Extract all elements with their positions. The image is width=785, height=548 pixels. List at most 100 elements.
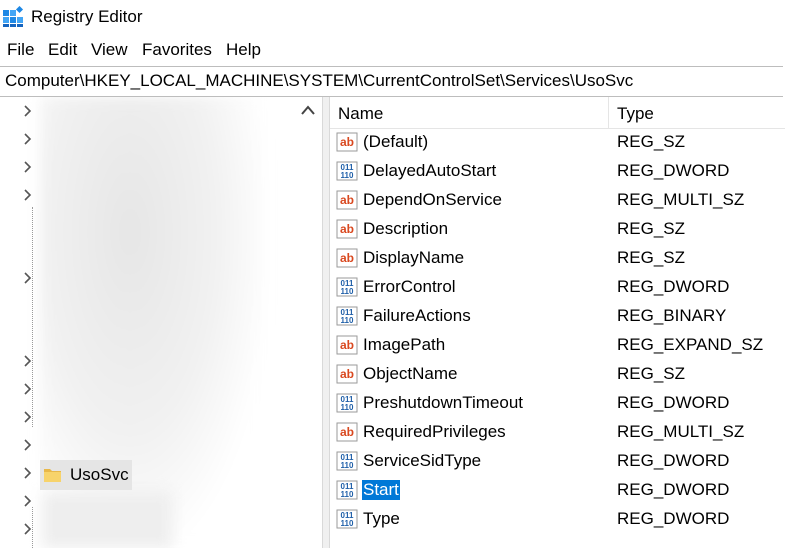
value-row[interactable]: ab ObjectName REG_SZ	[330, 360, 785, 389]
value-type: REG_SZ	[617, 364, 686, 383]
tree-item-usosvc[interactable]: UsoSvc	[40, 460, 132, 490]
window-title: Registry Editor	[31, 7, 143, 26]
value-row[interactable]: ab RequiredPrivileges REG_MULTI_SZ	[330, 418, 785, 447]
value-type: REG_DWORD	[617, 161, 730, 180]
svg-text:110: 110	[341, 403, 354, 412]
value-row[interactable]: ab ImagePath REG_EXPAND_SZ	[330, 331, 785, 360]
chevron-right-icon[interactable]	[22, 411, 34, 423]
menu-edit[interactable]: Edit	[48, 40, 77, 60]
value-type: REG_DWORD	[617, 480, 730, 499]
value-type: REG_SZ	[617, 219, 686, 238]
column-divider[interactable]	[608, 97, 609, 128]
svg-text:110: 110	[341, 287, 354, 296]
value-type: REG_DWORD	[617, 509, 730, 528]
value-row[interactable]: 011 110 FailureActions REG_BINARY	[330, 302, 785, 331]
column-type-header[interactable]: Type	[617, 104, 654, 124]
value-row[interactable]: 011 110 Start REG_DWORD	[330, 476, 785, 505]
svg-text:110: 110	[341, 316, 354, 325]
title-bar: Registry Editor	[0, 0, 785, 36]
tree-scrollbar[interactable]	[294, 97, 322, 548]
value-type: REG_EXPAND_SZ	[617, 335, 764, 354]
svg-text:110: 110	[341, 519, 354, 528]
column-name-header[interactable]: Name	[338, 104, 383, 124]
binary-value-icon: 011110	[336, 306, 358, 326]
menu-bar: File Edit View Favorites Help	[0, 36, 785, 64]
svg-text:ab: ab	[340, 222, 354, 236]
tree-redacted-area	[42, 492, 172, 548]
menu-favorites[interactable]: Favorites	[142, 40, 212, 60]
svg-text:110: 110	[341, 461, 354, 470]
value-name: PreshutdownTimeout	[363, 393, 524, 412]
menu-file[interactable]: File	[7, 40, 34, 60]
key-tree[interactable]: UsoSvc	[0, 97, 322, 548]
string-value-icon: ab	[336, 335, 358, 355]
value-row[interactable]: ab Description REG_SZ	[330, 215, 785, 244]
chevron-right-icon[interactable]	[22, 383, 34, 395]
value-row[interactable]: 011 110 DelayedAutoStart REG_DWORD	[330, 157, 785, 186]
string-value-icon: ab	[336, 422, 358, 442]
value-name: DelayedAutoStart	[363, 161, 497, 180]
pane-splitter[interactable]	[322, 97, 330, 548]
svg-text:110: 110	[341, 171, 354, 180]
binary-value-icon: 011110	[336, 480, 358, 500]
value-row[interactable]: 011 110 Type REG_DWORD	[330, 505, 785, 534]
string-value-icon: ab	[336, 364, 358, 384]
value-name: ServiceSidType	[363, 451, 482, 470]
tree-item-label: UsoSvc	[70, 465, 129, 484]
binary-value-icon: 011110	[336, 161, 358, 181]
menu-view[interactable]: View	[91, 40, 128, 60]
value-row[interactable]: ab DisplayName REG_SZ	[330, 244, 785, 273]
chevron-right-icon[interactable]	[22, 355, 34, 367]
chevron-right-icon[interactable]	[22, 161, 34, 173]
svg-text:ab: ab	[340, 338, 354, 352]
chevron-right-icon[interactable]	[22, 272, 34, 284]
value-type: REG_DWORD	[617, 451, 730, 470]
value-name: (Default)	[363, 132, 429, 151]
values-list[interactable]: Name Type ab (Default) REG_SZ 011 110 Delayed…	[330, 97, 785, 548]
value-row[interactable]: 011 110 ServiceSidType REG_DWORD	[330, 447, 785, 476]
value-type: REG_MULTI_SZ	[617, 190, 745, 209]
value-name: RequiredPrivileges	[363, 422, 506, 441]
chevron-right-icon[interactable]	[22, 105, 34, 117]
binary-value-icon: 011110	[336, 277, 358, 297]
address-path[interactable]: Computer\HKEY_LOCAL_MACHINE\SYSTEM\Curre…	[5, 71, 633, 91]
chevron-right-icon[interactable]	[22, 189, 34, 201]
chevron-right-icon[interactable]	[22, 495, 34, 507]
svg-text:ab: ab	[340, 425, 354, 439]
binary-value-icon: 011110	[336, 509, 358, 529]
chevron-right-icon[interactable]	[22, 523, 34, 535]
value-name: ImagePath	[363, 335, 446, 354]
value-type: REG_DWORD	[617, 277, 730, 296]
registry-editor-icon	[3, 6, 24, 27]
value-name: DependOnService	[363, 190, 502, 209]
chevron-right-icon[interactable]	[22, 467, 34, 479]
value-type: REG_MULTI_SZ	[617, 422, 745, 441]
svg-text:ab: ab	[340, 367, 354, 381]
value-name: Type	[363, 509, 400, 528]
value-name: Start	[362, 480, 400, 500]
string-value-icon: ab	[336, 219, 358, 239]
chevron-right-icon[interactable]	[22, 133, 34, 145]
binary-value-icon: 011110	[336, 393, 358, 413]
svg-text:110: 110	[341, 490, 354, 499]
list-header: Name Type	[330, 97, 785, 129]
chevron-right-icon[interactable]	[22, 439, 34, 451]
scroll-up-icon[interactable]	[301, 105, 315, 115]
value-name: ObjectName	[363, 364, 458, 383]
value-name: FailureActions	[363, 306, 471, 325]
string-value-icon: ab	[336, 190, 358, 210]
value-type: REG_DWORD	[617, 393, 730, 412]
svg-text:ab: ab	[340, 135, 354, 149]
value-type: REG_SZ	[617, 248, 686, 267]
svg-text:ab: ab	[340, 251, 354, 265]
value-row[interactable]: ab DependOnService REG_MULTI_SZ	[330, 186, 785, 215]
value-row[interactable]: 011 110 PreshutdownTimeout REG_DWORD	[330, 389, 785, 418]
value-row[interactable]: ab (Default) REG_SZ	[330, 128, 785, 157]
menu-help[interactable]: Help	[226, 40, 261, 60]
address-bar[interactable]: Computer\HKEY_LOCAL_MACHINE\SYSTEM\Curre…	[0, 66, 783, 97]
value-type: REG_BINARY	[617, 306, 727, 325]
string-value-icon: ab	[336, 248, 358, 268]
binary-value-icon: 011110	[336, 451, 358, 471]
svg-text:ab: ab	[340, 193, 354, 207]
value-row[interactable]: 011 110 ErrorControl REG_DWORD	[330, 273, 785, 302]
